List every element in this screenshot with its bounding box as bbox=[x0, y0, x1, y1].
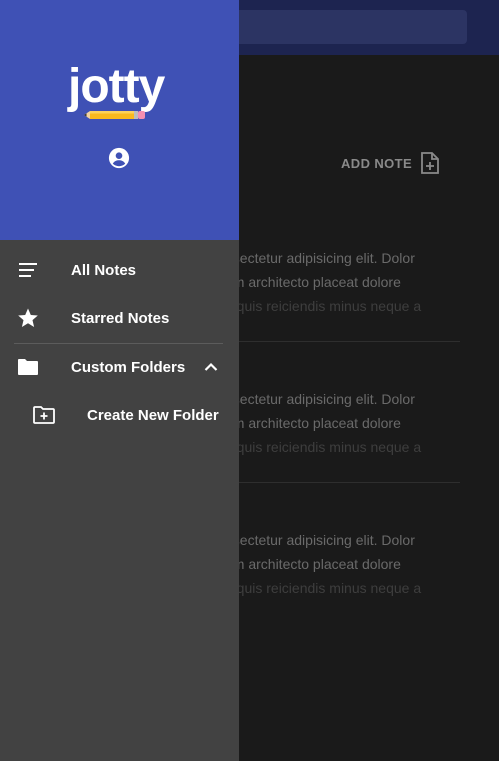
note-divider bbox=[225, 482, 460, 483]
note-divider bbox=[225, 341, 460, 342]
list-icon bbox=[19, 263, 37, 277]
add-note-button[interactable]: ADD NOTE bbox=[341, 152, 440, 174]
note-line: nsectetur adipisicing elit. Dolor bbox=[225, 532, 415, 548]
note-line: em architecto placeat dolore bbox=[225, 415, 401, 431]
note-line: nsectetur adipisicing elit. Dolor bbox=[225, 391, 415, 407]
nav-item-label: All Notes bbox=[71, 261, 137, 279]
pencil-icon bbox=[84, 111, 145, 119]
nav-item-all-notes[interactable]: All Notes bbox=[0, 246, 239, 294]
note-line: a quis reiciendis minus neque a bbox=[225, 439, 422, 455]
star-icon bbox=[18, 308, 38, 327]
app-logo: jotty bbox=[68, 60, 172, 124]
nav-item-create-new-folder[interactable]: Create New Folder bbox=[0, 391, 239, 439]
note-card[interactable]: nsectetur adipisicing elit. Dolor em arc… bbox=[225, 528, 460, 600]
note-line: em architecto placeat dolore bbox=[225, 556, 401, 572]
account-circle-icon[interactable] bbox=[108, 147, 130, 169]
note-card[interactable]: nsectetur adipisicing elit. Dolor em arc… bbox=[225, 387, 460, 459]
folder-icon bbox=[18, 359, 38, 375]
note-line: a quis reiciendis minus neque a bbox=[225, 298, 422, 314]
navigation-drawer: jotty All Notes Starred Notes Custom Fol… bbox=[0, 0, 239, 761]
app-name: jotty bbox=[68, 60, 165, 113]
nav-item-label: Create New Folder bbox=[87, 406, 219, 424]
add-note-label: ADD NOTE bbox=[341, 155, 413, 171]
nav-item-label: Custom Folders bbox=[71, 358, 186, 376]
note-line: a quis reiciendis minus neque a bbox=[225, 580, 422, 596]
note-card[interactable]: nsectetur adipisicing elit. Dolor em arc… bbox=[225, 246, 460, 318]
note-line: nsectetur adipisicing elit. Dolor bbox=[225, 250, 415, 266]
nav-item-label: Starred Notes bbox=[71, 309, 170, 327]
note-line: em architecto placeat dolore bbox=[225, 274, 401, 290]
search-input[interactable] bbox=[225, 10, 467, 44]
nav-item-starred-notes[interactable]: Starred Notes bbox=[0, 294, 239, 342]
drawer-header: jotty bbox=[0, 0, 239, 240]
chevron-up-icon[interactable] bbox=[201, 357, 221, 377]
nav-item-custom-folders[interactable]: Custom Folders bbox=[0, 343, 239, 391]
create-folder-icon bbox=[33, 406, 55, 424]
note-add-icon bbox=[421, 152, 439, 174]
